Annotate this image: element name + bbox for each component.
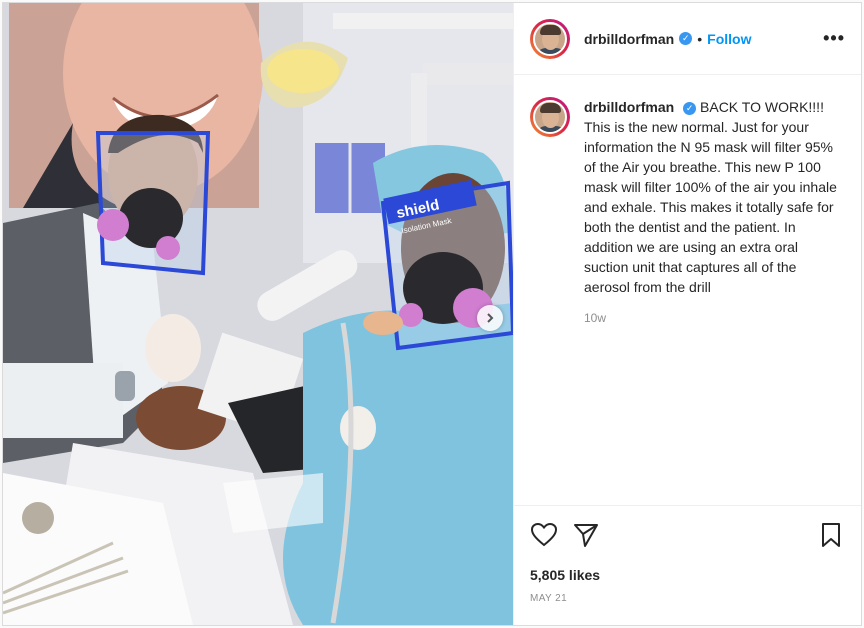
comments-section: drbilldorfman ✓ BACK TO WORK!!!! This is…	[514, 75, 861, 505]
heart-icon[interactable]	[530, 521, 558, 549]
instagram-post: shield Isolation Mask drbilldorfman ✓ • …	[2, 2, 862, 626]
more-options-icon[interactable]: •••	[823, 28, 845, 49]
caption-avatar[interactable]	[530, 97, 570, 137]
action-bar	[514, 505, 861, 563]
avatar[interactable]	[530, 18, 570, 59]
post-photo[interactable]: shield Isolation Mask	[3, 3, 513, 625]
like-count[interactable]: 5,805 likes	[514, 563, 861, 587]
caption-body: BACK TO WORK!!!! This is the new normal.…	[584, 99, 837, 295]
caption: drbilldorfman ✓ BACK TO WORK!!!! This is…	[530, 97, 845, 297]
post-header: drbilldorfman ✓ • Follow •••	[514, 3, 861, 75]
chevron-right-icon	[487, 313, 494, 323]
next-photo-button[interactable]	[477, 305, 503, 331]
caption-timestamp: 10w	[584, 311, 607, 325]
caption-text: drbilldorfman ✓ BACK TO WORK!!!! This is…	[584, 97, 844, 297]
post-sidebar: drbilldorfman ✓ • Follow ••• drbilldorfm…	[513, 3, 861, 625]
caption-username[interactable]: drbilldorfman	[584, 99, 674, 115]
post-date: MAY 21	[530, 593, 568, 604]
bookmark-icon[interactable]	[817, 521, 845, 549]
dental-office-photo: shield Isolation Mask	[3, 3, 513, 625]
follow-button[interactable]: Follow	[707, 31, 751, 47]
verified-badge-icon: ✓	[683, 101, 697, 115]
verified-badge-icon: ✓	[679, 32, 693, 45]
username[interactable]: drbilldorfman	[584, 31, 674, 47]
separator-dot: •	[697, 30, 703, 47]
paper-plane-icon[interactable]	[572, 521, 600, 549]
